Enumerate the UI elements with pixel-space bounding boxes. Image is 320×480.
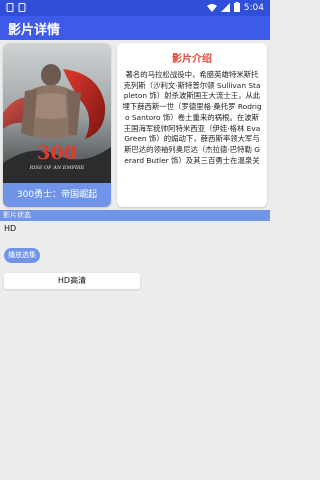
status-bar: 5:04 (0, 0, 270, 16)
poster-title-art: 300 (37, 142, 77, 164)
notification-icon (18, 3, 26, 14)
signal-icon (220, 2, 230, 14)
app-bar: 影片详情 (0, 16, 270, 40)
poster-card[interactable]: 300 RISE OF AN EMPIRE 300勇士：帝国崛起 (3, 43, 111, 207)
content-area: 300 RISE OF AN EMPIRE 300勇士：帝国崛起 影片介绍 著名… (0, 40, 270, 480)
section-label: 影片状态 (3, 211, 31, 219)
clock: 5:04 (243, 3, 264, 13)
page-title: 影片详情 (8, 23, 61, 38)
section-header: 影片状态 (0, 210, 270, 221)
movie-title: 300勇士：帝国崛起 (3, 183, 111, 207)
intro-heading: 影片介绍 (172, 54, 212, 65)
wifi-icon (206, 3, 217, 14)
quality-label: HD (4, 224, 17, 233)
source-item-hd[interactable]: HD高清 (4, 273, 140, 289)
movie-poster-image: 300 RISE OF AN EMPIRE (3, 43, 111, 183)
notification-icon (6, 3, 14, 14)
svg-text:RISE OF AN EMPIRE: RISE OF AN EMPIRE (29, 165, 85, 171)
battery-icon (233, 2, 240, 14)
intro-text: 著名的马拉松战役中，希腊英雄特米斯托克列斯（沙利文·斯特普尔顿 Sullivan… (122, 70, 262, 165)
play-episodes-button[interactable]: 播放选集 (4, 248, 40, 263)
intro-card: 影片介绍 著名的马拉松战役中，希腊英雄特米斯托克列斯（沙利文·斯特普尔顿 Sul… (117, 43, 267, 207)
